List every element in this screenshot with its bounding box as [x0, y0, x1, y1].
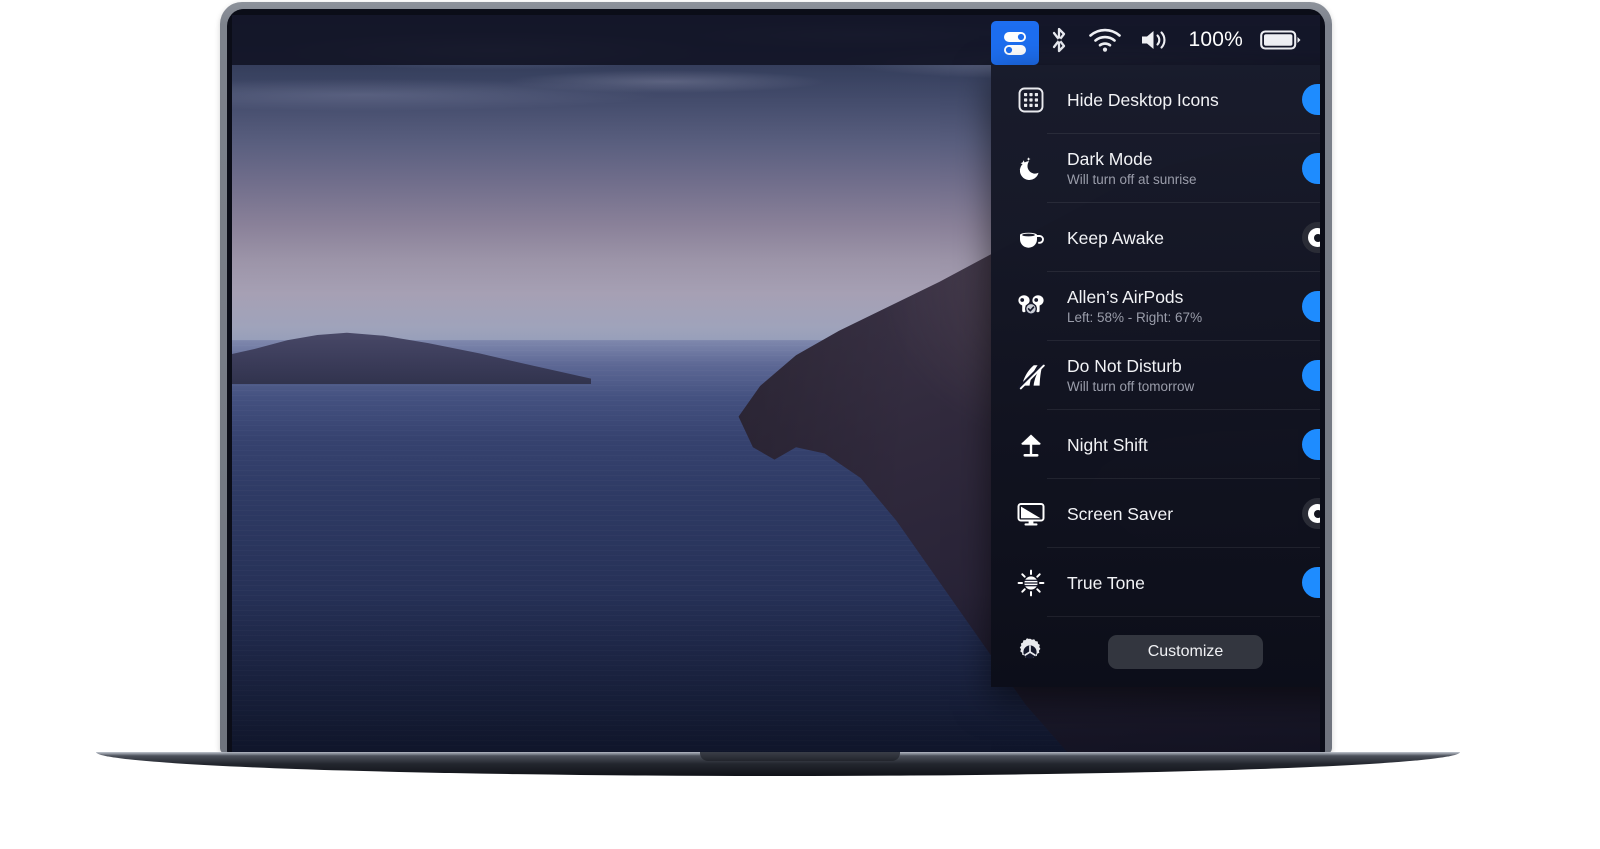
laptop-bezel: 100%: [227, 9, 1325, 754]
panel-row-hide-desktop-icons[interactable]: Hide Desktop Icons: [991, 65, 1320, 134]
row-text: Night Shift: [1067, 434, 1302, 456]
panel-footer: Customize: [991, 617, 1320, 687]
row-title: Night Shift: [1067, 434, 1302, 456]
row-text: Keep Awake: [1067, 227, 1302, 249]
laptop-mockup: 100%: [0, 0, 1600, 849]
macos-menu-bar: 100%: [232, 15, 1320, 65]
menu-bar-status-items: 100%: [1047, 15, 1302, 65]
row-text: Allen’s AirPods Left: 58% - Right: 67%: [1067, 286, 1302, 327]
toggle-dark-mode[interactable]: [1302, 153, 1320, 184]
customize-button[interactable]: Customize: [1108, 635, 1264, 669]
row-title: Screen Saver: [1067, 503, 1302, 525]
toggle-keep-awake[interactable]: [1302, 222, 1320, 253]
row-title: Do Not Disturb: [1067, 355, 1302, 377]
row-subtitle: Will turn off tomorrow: [1067, 378, 1302, 396]
airpods-icon: [1011, 292, 1051, 322]
toggle-do-not-disturb[interactable]: [1302, 360, 1320, 391]
row-title: Dark Mode: [1067, 148, 1302, 170]
moon-icon: [1011, 154, 1051, 184]
laptop-base-notch: [700, 752, 900, 761]
control-center-panel: Hide Desktop Icons: [991, 65, 1320, 687]
row-text: True Tone: [1067, 572, 1302, 594]
toggle-airpods[interactable]: [1302, 291, 1320, 322]
toggles-icon: [1000, 27, 1030, 59]
panel-row-keep-awake[interactable]: Keep Awake: [991, 203, 1320, 272]
toggle-true-tone[interactable]: [1302, 567, 1320, 598]
row-subtitle: Left: 58% - Right: 67%: [1067, 309, 1302, 327]
coffee-cup-icon: [1011, 225, 1051, 251]
row-subtitle: Will turn off at sunrise: [1067, 171, 1302, 189]
volume-icon[interactable]: [1139, 15, 1171, 65]
row-title: Allen’s AirPods: [1067, 286, 1302, 308]
battery-full-icon[interactable]: [1260, 15, 1302, 65]
row-text: Hide Desktop Icons: [1067, 89, 1302, 111]
toggle-hide-desktop-icons[interactable]: [1302, 84, 1320, 115]
sun-brightness-icon: [1011, 568, 1051, 598]
gear-icon[interactable]: [1013, 635, 1047, 669]
toggle-screen-saver[interactable]: [1302, 498, 1320, 529]
display-icon: [1011, 500, 1051, 528]
laptop-lid: 100%: [220, 2, 1332, 754]
do-not-disturb-icon: [1011, 361, 1051, 391]
desktop-grid-icon: [1011, 86, 1051, 114]
panel-row-night-shift[interactable]: Night Shift: [991, 410, 1320, 479]
row-title: Hide Desktop Icons: [1067, 89, 1302, 111]
laptop-screen: 100%: [232, 15, 1320, 754]
row-text: Do Not Disturb Will turn off tomorrow: [1067, 355, 1302, 396]
panel-row-airpods[interactable]: Allen’s AirPods Left: 58% - Right: 67%: [991, 272, 1320, 341]
row-title: Keep Awake: [1067, 227, 1302, 249]
panel-row-screen-saver[interactable]: Screen Saver: [991, 479, 1320, 548]
row-text: Dark Mode Will turn off at sunrise: [1067, 148, 1302, 189]
bluetooth-icon[interactable]: [1047, 15, 1071, 65]
wifi-icon[interactable]: [1088, 15, 1122, 65]
panel-row-dark-mode[interactable]: Dark Mode Will turn off at sunrise: [991, 134, 1320, 203]
app-menu-bar-icon[interactable]: [991, 21, 1039, 65]
desk-lamp-icon: [1011, 430, 1051, 460]
row-title: True Tone: [1067, 572, 1302, 594]
toggle-night-shift[interactable]: [1302, 429, 1320, 460]
row-text: Screen Saver: [1067, 503, 1302, 525]
battery-percentage: 100%: [1188, 28, 1243, 52]
panel-row-do-not-disturb[interactable]: Do Not Disturb Will turn off tomorrow: [991, 341, 1320, 410]
panel-row-true-tone[interactable]: True Tone: [991, 548, 1320, 617]
